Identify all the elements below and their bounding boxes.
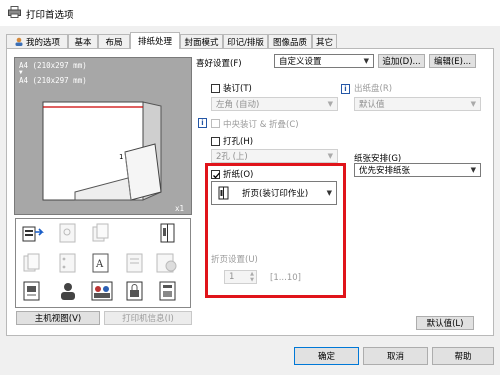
account-track-icon[interactable] (91, 281, 113, 301)
tab-cover-mode[interactable]: 封面模式 (180, 34, 223, 48)
main-view-button[interactable]: 主机视图(V) (16, 311, 100, 325)
down-arrow-icon: ▼ (19, 69, 23, 76)
center-staple-label: 中央装订 & 折叠(C) (223, 120, 299, 130)
cancel-button[interactable]: 取消 (363, 347, 428, 365)
paper-arrangement-select[interactable]: 优先安排纸张 ▼ (354, 163, 481, 177)
tab-label: 其它 (315, 37, 333, 48)
add-favorite-button[interactable]: 追加(D)... (378, 54, 425, 68)
function-icon-panel: A (15, 218, 191, 308)
tab-other[interactable]: 其它 (312, 34, 337, 48)
booklet-icon[interactable] (159, 223, 177, 243)
tab-layout[interactable]: 布局 (98, 34, 130, 48)
chevron-down-icon: ▼ (363, 57, 369, 65)
paper-size-original: A4 (210x297 mm) (19, 61, 87, 70)
folded-paper-illustration (42, 101, 162, 201)
tab-image-quality[interactable]: 图像品质 (268, 34, 312, 48)
checkmark-icon (213, 172, 220, 179)
svg-text:A: A (95, 259, 104, 270)
user-icon (15, 37, 23, 46)
secure-print-icon[interactable] (126, 281, 144, 301)
fold-checkbox[interactable] (211, 170, 220, 179)
staple-value: 左角 (自动) (216, 100, 260, 110)
favorites-select[interactable]: 自定义设置 ▼ (274, 54, 374, 68)
fold-type-select[interactable]: 折页(装订印作业) ▼ (211, 181, 337, 205)
offset-icon (23, 253, 40, 272)
printer-icon (8, 6, 21, 18)
paper-size-output: A4 (210x297 mm) (19, 76, 87, 85)
staple-select[interactable]: 左角 (自动) ▼ (211, 97, 338, 111)
tab-label: 印记/排版 (227, 37, 264, 48)
chevron-down-icon: ▼ (326, 189, 332, 197)
tab-label: 布局 (105, 37, 123, 48)
punch-checkbox[interactable] (211, 137, 220, 146)
fold-settings-label: 折页设置(U) (211, 255, 258, 265)
fold-settings-range: [1...10] (270, 273, 301, 283)
box-save-icon[interactable] (159, 281, 177, 301)
fold-settings-value: 1 (229, 272, 235, 282)
default-button[interactable]: 默认值(L) (416, 316, 474, 330)
copies-count: x1 (175, 204, 185, 213)
tab-strip: 我的选项 基本 布局 排纸处理 封面模式 印记/排版 图像品质 其它 (0, 32, 500, 49)
output-tray-select[interactable]: 默认值 ▼ (354, 97, 481, 111)
fold-type-value: 折页(装订印作业) (242, 189, 309, 199)
page-number: 1 (119, 153, 124, 161)
tab-label: 基本 (74, 37, 92, 48)
spinner-arrows-icon[interactable]: ▲ ▼ (250, 271, 254, 283)
punch-value: 2孔 (上) (216, 152, 248, 162)
fold-label: 折纸(O) (223, 170, 254, 180)
paper-arrangement-value: 优先安排纸张 (359, 166, 411, 176)
punch-icon (59, 253, 76, 273)
tab-label: 图像品质 (272, 37, 307, 48)
chevron-down-icon: ▼ (470, 100, 476, 108)
chevron-down-icon: ▼ (327, 152, 333, 160)
output-tray-label: 出纸盘(R) (354, 84, 393, 94)
tab-my-options[interactable]: 我的选项 (6, 34, 68, 48)
favorites-label: 喜好设置(F) (196, 59, 242, 69)
info-icon: i (341, 84, 350, 94)
fold-settings-spinner[interactable]: 1 ▲ ▼ (224, 270, 257, 284)
font-icon[interactable]: A (92, 253, 112, 273)
tab-label: 封面模式 (184, 37, 219, 48)
tab-label: 排纸处理 (137, 37, 172, 47)
ok-button[interactable]: 确定 (294, 347, 359, 365)
printer-info-button[interactable]: 打印机信息(I) (104, 311, 192, 325)
staple-icon (59, 223, 76, 243)
staple-checkbox[interactable] (211, 84, 220, 93)
help-button[interactable]: 帮助 (432, 347, 494, 365)
tab-finishing[interactable]: 排纸处理 (130, 32, 180, 49)
image-quality-icon (156, 253, 177, 273)
fold-page-icon (218, 186, 229, 200)
favorites-value: 自定义设置 (279, 57, 322, 67)
staple-label: 装订(T) (223, 84, 252, 94)
print-preview: A4 (210x297 mm) ▼ A4 (210x297 mm) 1 x1 (14, 57, 192, 215)
tab-basic[interactable]: 基本 (68, 34, 98, 48)
tab-stamp-composition[interactable]: 印记/排版 (223, 34, 268, 48)
title-bar: 打印首选项 (0, 0, 500, 26)
window-title: 打印首选项 (26, 10, 74, 21)
chevron-down-icon: ▼ (470, 166, 476, 174)
punch-select[interactable]: 2孔 (上) ▼ (211, 149, 338, 163)
finisher-icon[interactable] (22, 223, 44, 243)
info-icon: i (198, 118, 207, 128)
chevron-down-icon: ▼ (327, 100, 333, 108)
output-tray-value: 默认值 (359, 100, 385, 110)
copy-icon (92, 223, 109, 242)
center-staple-checkbox[interactable] (211, 119, 220, 128)
punch-label: 打孔(H) (223, 137, 254, 147)
layout-icon (126, 253, 143, 273)
user-auth-icon[interactable] (58, 281, 78, 301)
tab-label: 我的选项 (25, 37, 60, 48)
document-icon[interactable] (23, 281, 41, 301)
edit-favorite-button[interactable]: 编辑(E)... (429, 54, 476, 68)
